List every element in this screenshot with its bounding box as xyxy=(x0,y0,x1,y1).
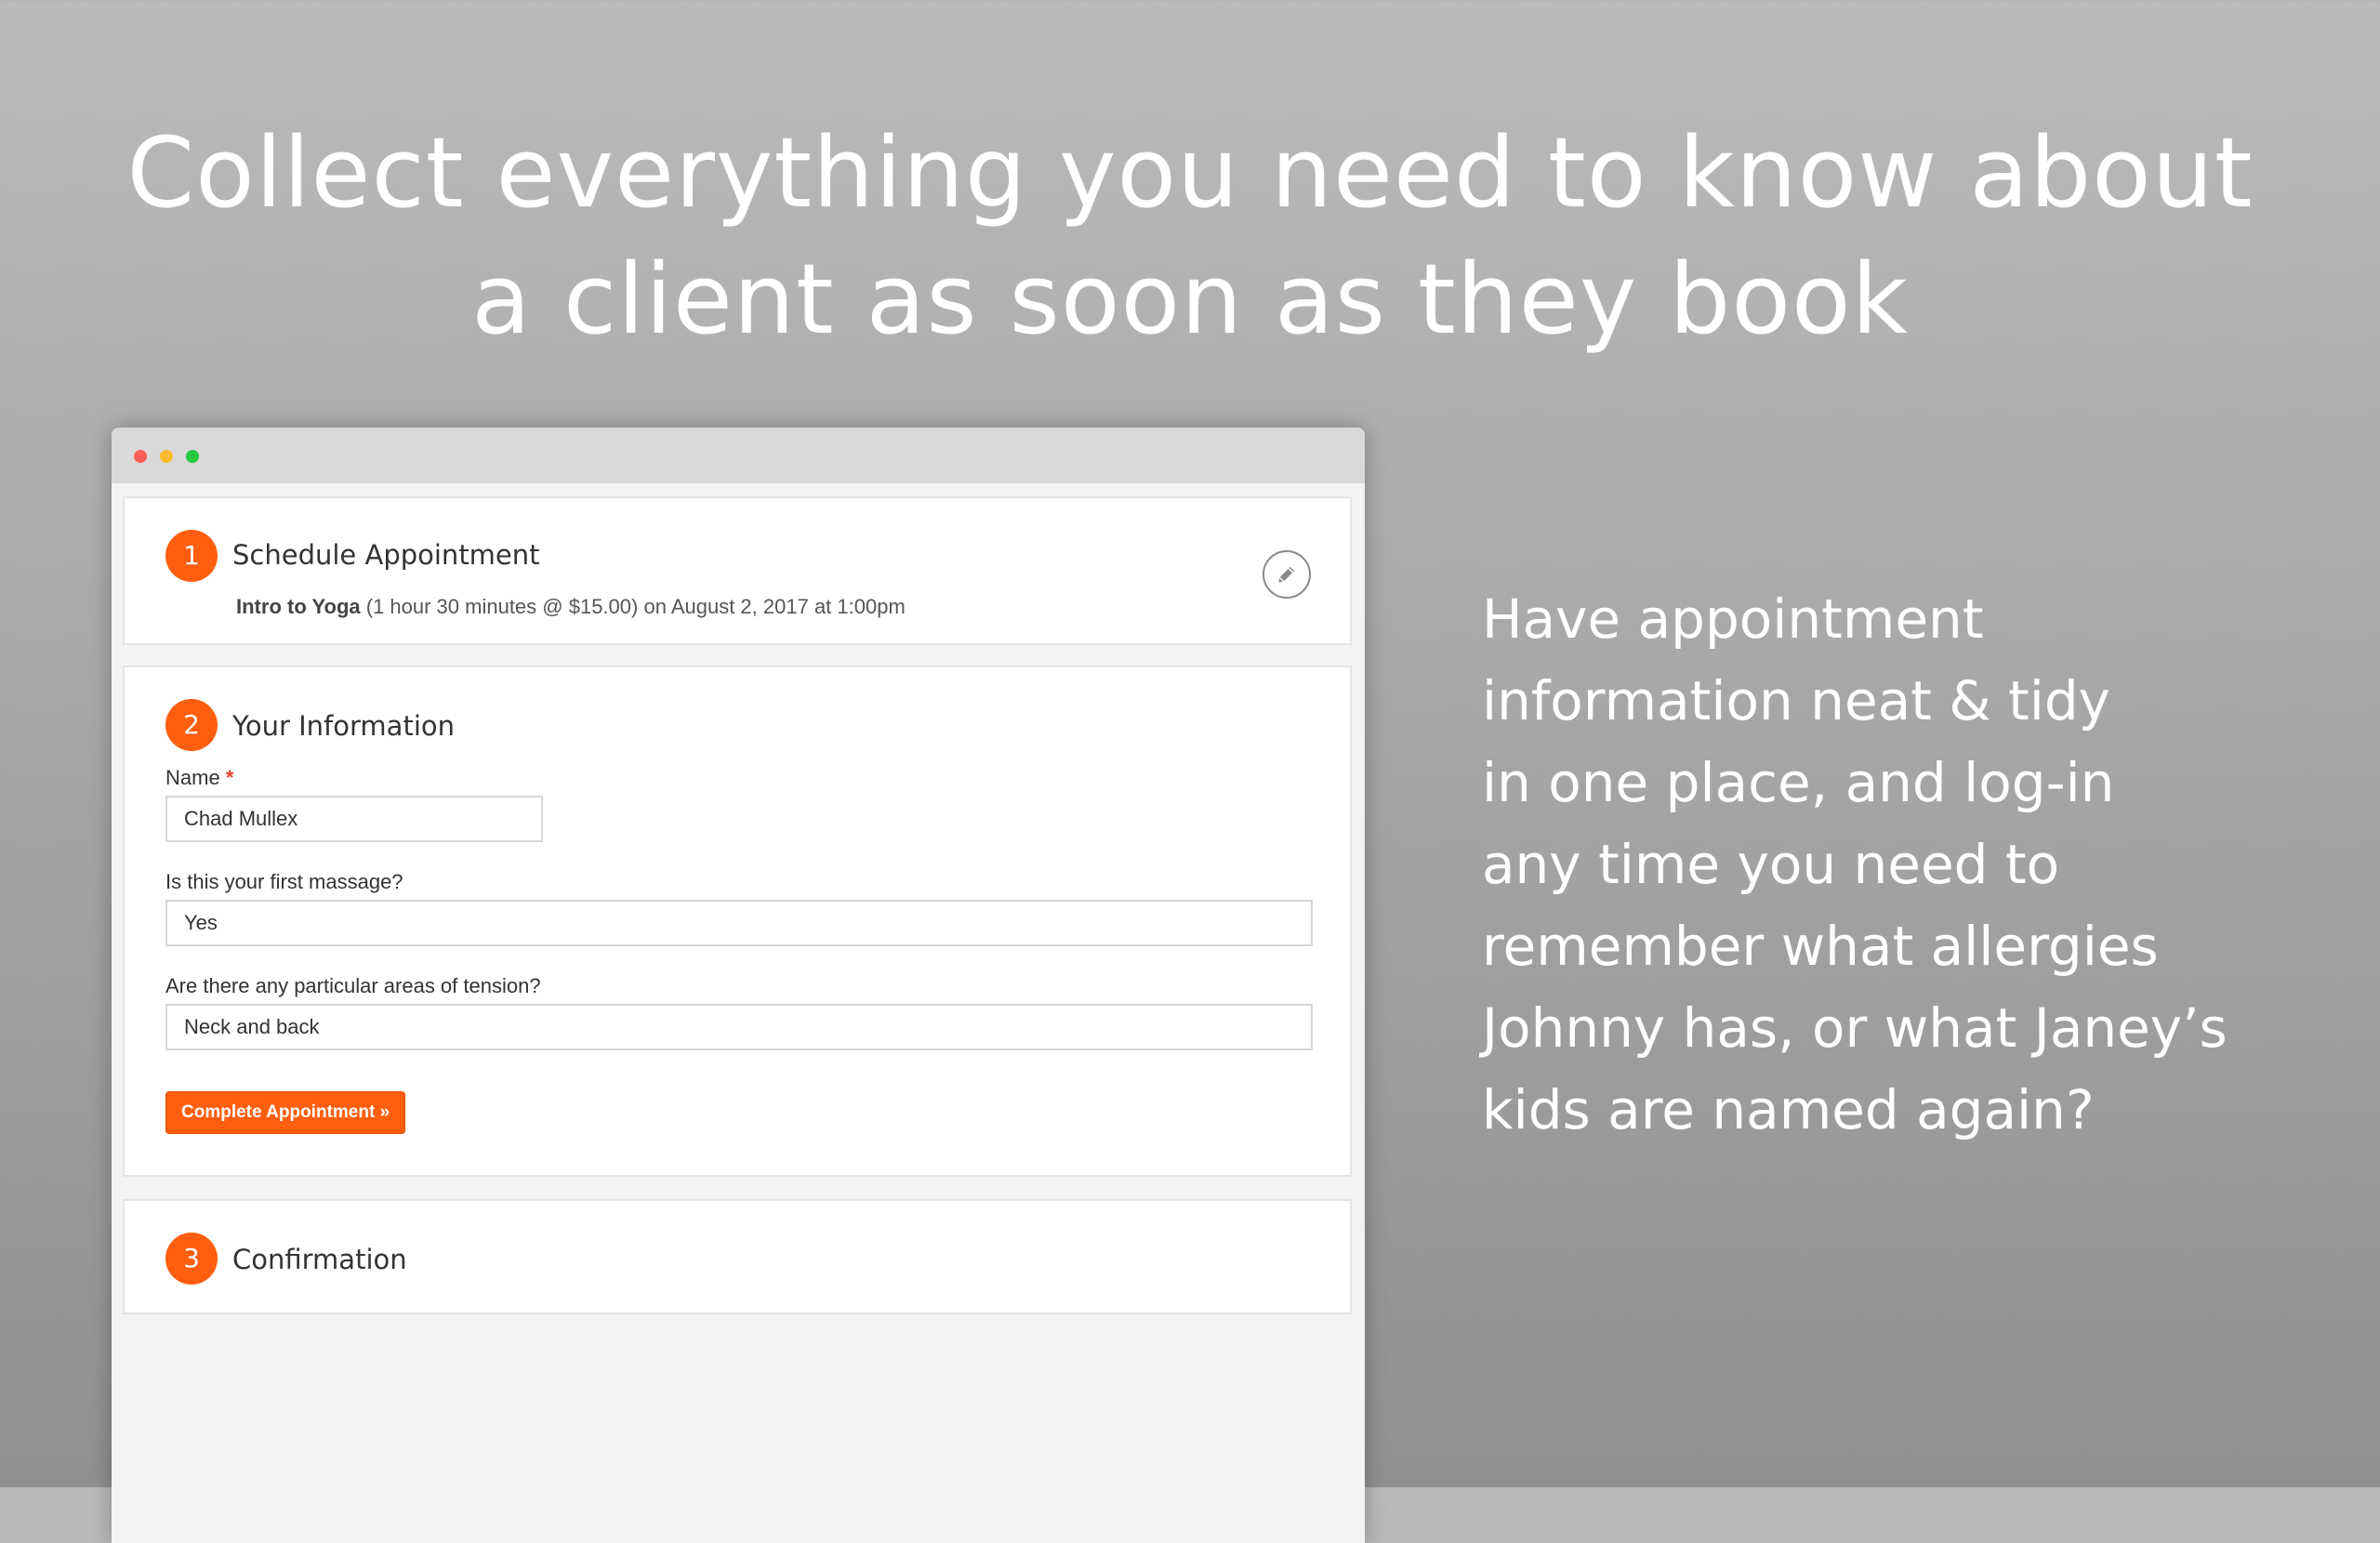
your-information-section: 2 Your Information Name * Chad Mullex Is… xyxy=(123,666,1352,1177)
appointment-details: (1 hour 30 minutes @ $15.00) on August 2… xyxy=(360,595,906,618)
feature-description-line: kids are named again? xyxy=(1482,1078,2095,1141)
edit-appointment-button[interactable] xyxy=(1263,550,1311,599)
pencil-icon xyxy=(1278,566,1295,583)
browser-window: 1 Schedule Appointment Intro to Yoga (1 … xyxy=(112,428,1365,1543)
headline: Collect everything you need to know abou… xyxy=(0,110,2380,363)
headline-line-1: Collect everything you need to know abou… xyxy=(126,116,2254,230)
appointment-summary: Intro to Yoga (1 hour 30 minutes @ $15.0… xyxy=(236,595,906,619)
step-number-badge: 2 xyxy=(165,699,218,751)
your-information-title: Your Information xyxy=(232,710,455,742)
feature-description-line: remember what allergies xyxy=(1482,915,2159,978)
schedule-appointment-title: Schedule Appointment xyxy=(232,539,540,571)
confirmation-section: 3 Confirmation xyxy=(123,1199,1352,1314)
confirmation-title: Confirmation xyxy=(232,1244,407,1275)
feature-description-line: any time you need to xyxy=(1482,833,2060,896)
feature-description-line: Have appointment xyxy=(1482,587,1984,651)
feature-description-line: in one place, and log-in xyxy=(1482,751,2115,814)
minimize-window-icon[interactable] xyxy=(160,450,173,463)
name-label-text: Name xyxy=(165,766,220,789)
tension-areas-label: Are there any particular areas of tensio… xyxy=(165,974,541,997)
complete-appointment-button[interactable]: Complete Appointment » xyxy=(165,1091,406,1134)
tension-areas-field[interactable]: Neck and back xyxy=(165,1004,1313,1050)
headline-line-2: a client as soon as they book xyxy=(471,243,1909,356)
zoom-window-icon[interactable] xyxy=(186,450,199,463)
feature-description-line: Johnny has, or what Janey’s xyxy=(1482,996,2228,1060)
close-window-icon[interactable] xyxy=(134,450,147,463)
step-number-badge: 3 xyxy=(165,1233,218,1285)
name-field[interactable]: Chad Mullex xyxy=(165,796,543,842)
step-number-badge: 1 xyxy=(165,530,218,582)
service-name: Intro to Yoga xyxy=(236,595,361,618)
feature-description-line: information neat & tidy xyxy=(1482,669,2111,732)
first-massage-field[interactable]: Yes xyxy=(165,900,1313,946)
window-titlebar xyxy=(112,428,1365,483)
schedule-appointment-section: 1 Schedule Appointment Intro to Yoga (1 … xyxy=(123,496,1352,645)
first-massage-label: Is this your first massage? xyxy=(165,870,403,893)
feature-description: Have appointment information neat & tidy… xyxy=(1482,578,2300,1151)
required-marker: * xyxy=(225,766,234,789)
name-field-label: Name * xyxy=(165,766,233,790)
